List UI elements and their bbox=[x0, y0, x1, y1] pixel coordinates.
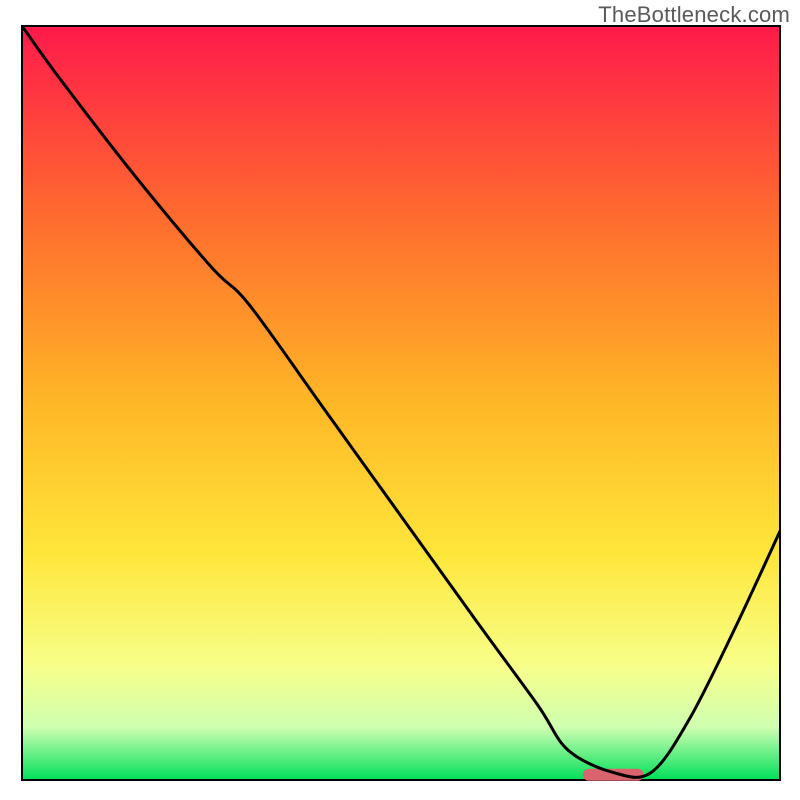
bottleneck-chart bbox=[0, 0, 800, 800]
gradient-background bbox=[22, 26, 780, 780]
chart-stage: TheBottleneck.com bbox=[0, 0, 800, 800]
optimum-marker bbox=[583, 769, 644, 781]
